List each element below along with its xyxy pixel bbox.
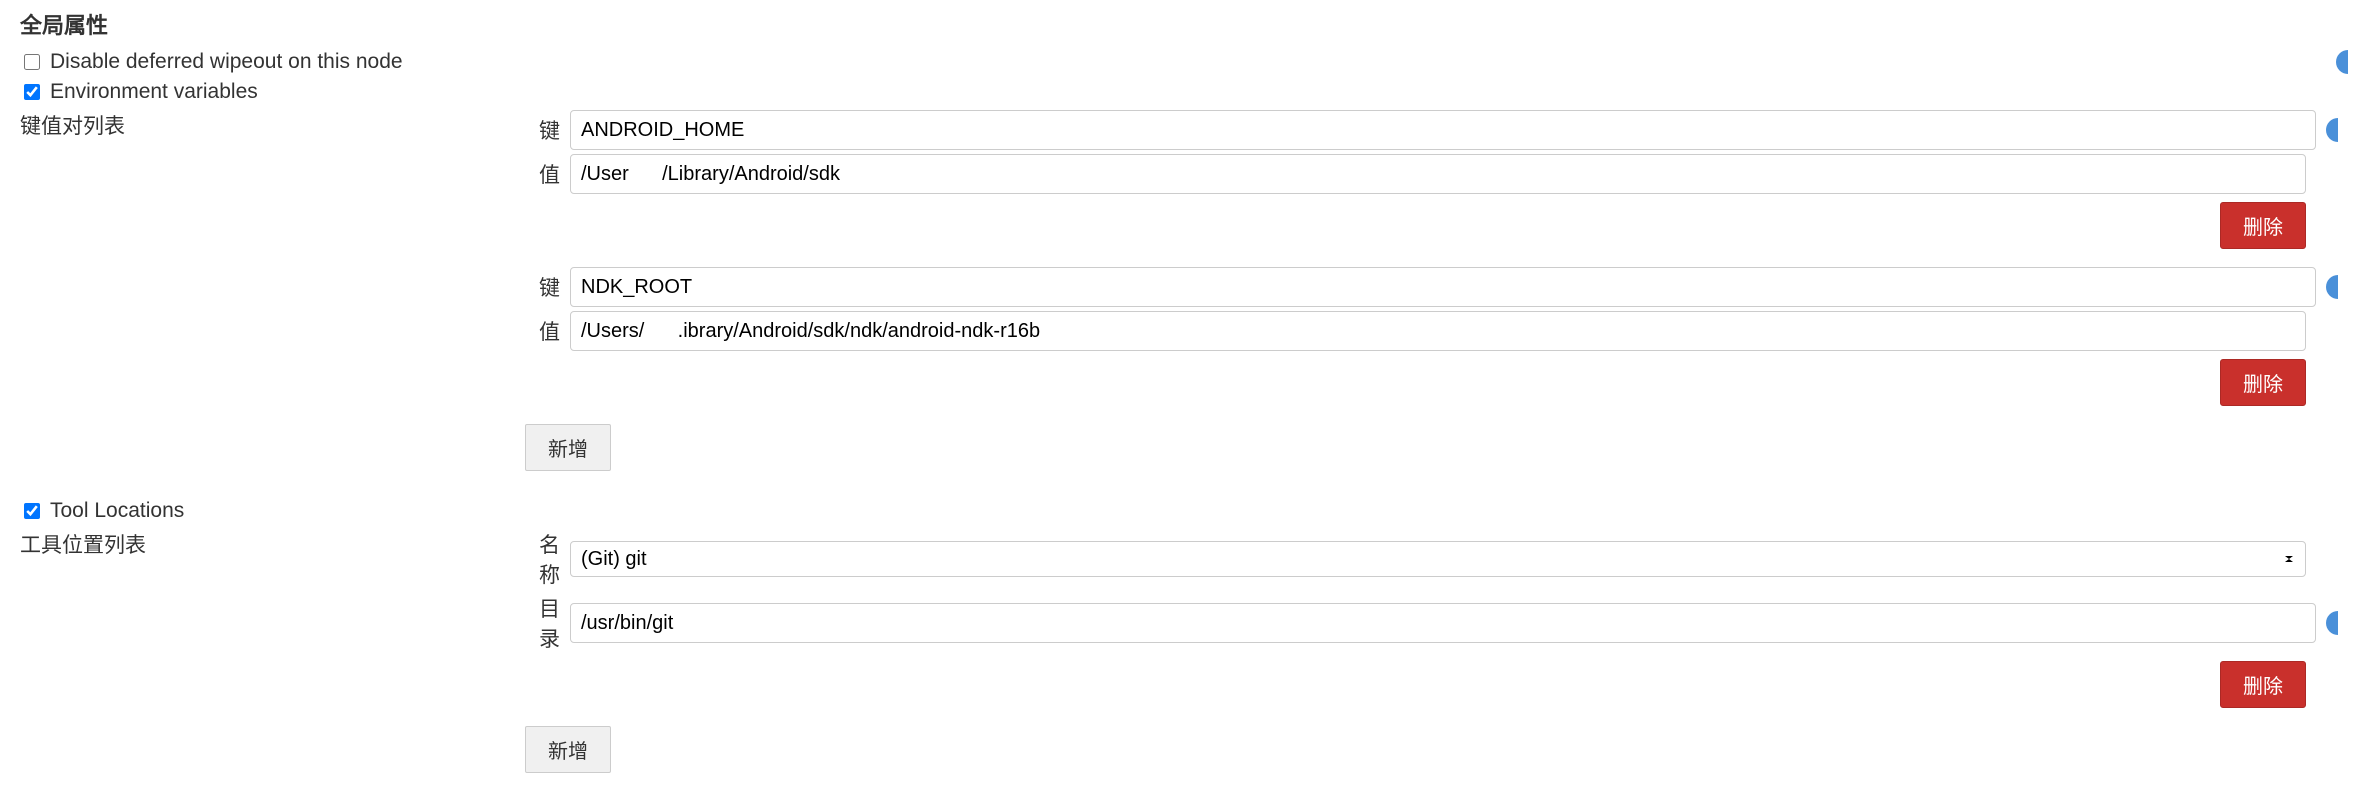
tool-locations-checkbox[interactable]: [24, 503, 40, 519]
disable-wipeout-row: Disable deferred wipeout on this node: [20, 50, 2338, 74]
env-vars-label: Environment variables: [50, 80, 258, 104]
env-key-input[interactable]: [570, 267, 2316, 307]
tool-dir-input[interactable]: [570, 603, 2316, 643]
add-button[interactable]: 新增: [525, 726, 611, 773]
disable-wipeout-label: Disable deferred wipeout on this node: [50, 50, 403, 74]
env-vars-row: Environment variables: [20, 80, 2338, 104]
disable-wipeout-checkbox[interactable]: [24, 54, 40, 70]
env-item: 键 值 删除: [525, 267, 2328, 406]
tool-locations-label: Tool Locations: [50, 499, 184, 523]
help-icon[interactable]: [2326, 118, 2338, 142]
delete-button[interactable]: 删除: [2220, 202, 2306, 249]
value-label: 值: [525, 159, 560, 189]
env-value-input[interactable]: [570, 154, 2306, 194]
value-label: 值: [525, 316, 560, 346]
help-icon[interactable]: [2336, 50, 2348, 74]
delete-button[interactable]: 删除: [2220, 359, 2306, 406]
key-label: 键: [525, 272, 560, 302]
tool-name-select[interactable]: (Git) git: [570, 541, 2306, 577]
env-item: 键 值 删除: [525, 110, 2328, 249]
env-key-input[interactable]: [570, 110, 2316, 150]
key-label: 键: [525, 115, 560, 145]
tool-locations-row: Tool Locations: [20, 499, 2338, 523]
delete-button[interactable]: 删除: [2220, 661, 2306, 708]
help-icon[interactable]: [2326, 275, 2338, 299]
env-list-label: 键值对列表: [20, 110, 525, 140]
help-icon[interactable]: [2326, 611, 2338, 635]
tools-list-label: 工具位置列表: [20, 529, 525, 559]
add-button[interactable]: 新增: [525, 424, 611, 471]
env-vars-checkbox[interactable]: [24, 84, 40, 100]
tool-dir-label: 目录: [525, 593, 560, 653]
env-value-input[interactable]: [570, 311, 2306, 351]
section-title: 全局属性: [20, 8, 2338, 40]
tool-name-label: 名称: [525, 529, 560, 589]
